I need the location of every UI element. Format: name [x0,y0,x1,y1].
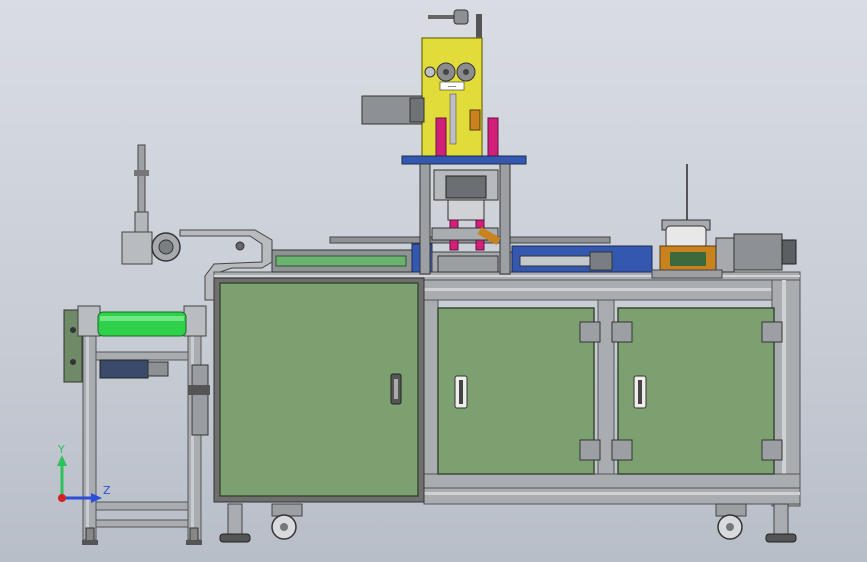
z-axis-label: Z [103,484,111,497]
roller-feed-frame [63,305,210,545]
left-cabinet-door[interactable] [213,277,425,503]
right-drive-assembly [651,164,797,279]
leveling-feet-and-casters [219,503,797,543]
hinge [579,439,601,461]
svg-text:----: ---- [448,84,456,90]
hinge [611,439,633,461]
hinge [761,321,783,343]
servo-motor [733,233,783,271]
press-station: ---- [361,9,527,275]
hinge [611,321,633,343]
hinge [761,439,783,461]
y-axis-label: Y [57,443,65,456]
right-cabinet-door[interactable] [611,307,783,475]
cad-viewport[interactable]: ---- Y Z [0,0,867,562]
green-roller [97,311,187,337]
hinge [579,321,601,343]
middle-cabinet-door[interactable] [437,307,601,475]
triad-origin [58,494,66,502]
